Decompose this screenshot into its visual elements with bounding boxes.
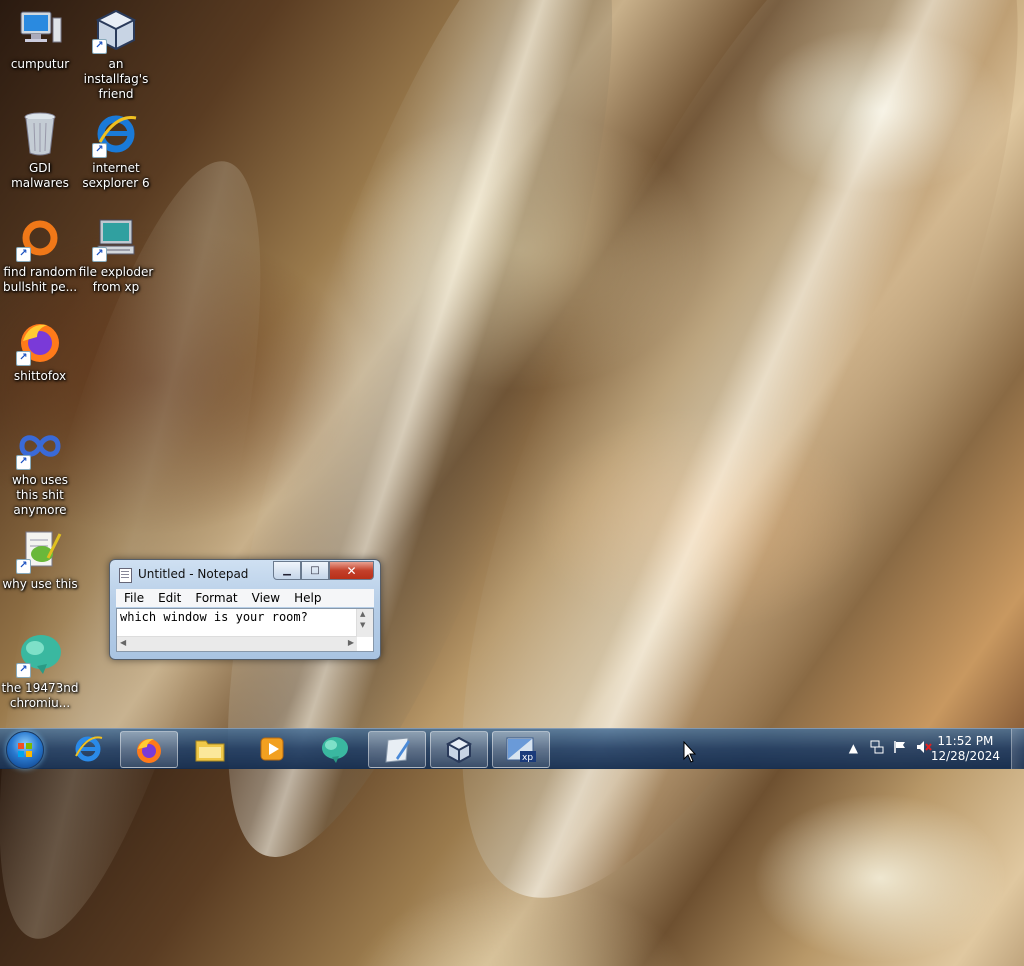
menu-help[interactable]: Help: [294, 591, 321, 605]
desktop-icon-label: the 19473nd chromiu...: [1, 681, 79, 710]
maximize-button[interactable]: □: [301, 561, 329, 580]
text-editor[interactable]: which window is your room? ▲ ▼ ◀ ▶: [116, 608, 374, 652]
xp-explorer-icon: ↗: [92, 214, 140, 262]
virtualbox-icon: ↗: [92, 6, 140, 54]
svg-text:xp: xp: [522, 753, 533, 763]
desktop-icon-label: an installfag's friend: [83, 57, 149, 101]
taskbar-xp-vm[interactable]: xp: [492, 731, 550, 768]
internet-explorer-icon: [75, 735, 103, 761]
minimize-button[interactable]: ▁: [273, 561, 301, 580]
firefox-icon: [137, 738, 161, 763]
desktop-icon-virtualbox[interactable]: ↗ an installfag's friend: [76, 6, 156, 102]
desktop-icon-find[interactable]: ↗ find random bullshit pe...: [0, 214, 80, 295]
clock-time: 11:52 PM: [937, 734, 994, 748]
show-hidden-icons-icon[interactable]: ▲: [849, 741, 858, 755]
window-controls: ▁ □ ✕: [273, 561, 374, 580]
desktop-icon-firefox[interactable]: ↗ shittofox: [0, 318, 80, 384]
firefox-icon: ↗: [16, 318, 64, 366]
mouse-cursor-icon: [683, 741, 697, 763]
taskbar-notepad[interactable]: [368, 731, 426, 768]
desktop-icon-label: who uses this shit anymore: [11, 473, 69, 517]
desktop-icon-internet-explorer[interactable]: ↗ internet sexplorer 6: [76, 110, 156, 191]
taskbar: xp ▲ 11:52 PM 12/28/2024: [0, 728, 1024, 769]
xp-vm-icon: xp: [506, 737, 536, 763]
network-icon[interactable]: [870, 740, 884, 757]
desktop-icon-label: file exploder from xp: [78, 265, 154, 294]
menu-edit[interactable]: Edit: [158, 591, 181, 605]
taskbar-chromium-fork[interactable]: [306, 731, 362, 766]
notepad-window[interactable]: Untitled - Notepad ▁ □ ✕ File Edit Forma…: [109, 559, 381, 660]
clock[interactable]: 11:52 PM 12/28/2024: [931, 734, 1000, 764]
vertical-scrollbar[interactable]: ▲ ▼: [356, 609, 373, 637]
desktop-icon-notepadplus[interactable]: ↗ why use this: [0, 526, 80, 592]
close-button[interactable]: ✕: [329, 561, 374, 580]
notepad-plus-icon: ↗: [16, 526, 64, 574]
shortcut-arrow-icon: ↗: [92, 143, 107, 158]
windows-logo-icon: [18, 743, 32, 757]
notepad-icon: [385, 736, 410, 763]
minimize-icon: ▁: [283, 565, 291, 576]
folder-icon: [195, 740, 225, 761]
taskbar-media-player[interactable]: [244, 731, 300, 766]
shortcut-arrow-icon: ↗: [16, 455, 31, 470]
scroll-left-icon[interactable]: ◀: [120, 638, 126, 647]
title-bar[interactable]: Untitled - Notepad ▁ □ ✕: [110, 560, 380, 588]
scroll-up-icon[interactable]: ▲: [360, 610, 365, 618]
menu-file[interactable]: File: [124, 591, 144, 605]
shortcut-arrow-icon: ↗: [92, 39, 107, 54]
shortcut-arrow-icon: ↗: [16, 247, 31, 262]
scroll-right-icon[interactable]: ▶: [348, 638, 354, 647]
shortcut-arrow-icon: ↗: [16, 559, 31, 574]
search-ring-icon: ↗: [16, 214, 64, 262]
notepad-icon: [119, 568, 132, 583]
horizontal-scrollbar[interactable]: ◀ ▶: [117, 636, 357, 651]
media-player-icon: [260, 737, 284, 760]
chromium-fork-icon: [322, 736, 348, 763]
desktop-icon-computer[interactable]: cumputur: [0, 6, 80, 72]
desktop-icon-label: find random bullshit pe...: [2, 265, 78, 294]
maximize-icon: □: [310, 565, 320, 576]
volume-muted-icon[interactable]: [916, 740, 932, 757]
scroll-down-icon[interactable]: ▼: [360, 621, 365, 629]
desktop-icon-label: shittofox: [13, 369, 67, 383]
desktop-icon-chromium-fork[interactable]: ↗ the 19473nd chromiu...: [0, 630, 80, 711]
desktop-icon-label: cumputur: [10, 57, 70, 71]
start-button[interactable]: [6, 731, 44, 769]
clock-date: 12/28/2024: [930, 749, 1000, 763]
close-icon: ✕: [346, 563, 357, 578]
menu-bar: File Edit Format View Help: [116, 589, 374, 607]
desktop-icon-label: internet sexplorer 6: [82, 161, 150, 190]
taskbar-internet-explorer[interactable]: [60, 731, 116, 766]
recycle-bin-icon: [16, 110, 64, 158]
taskbar-virtualbox[interactable]: [430, 731, 488, 768]
desktop-icon-label: why use this: [2, 577, 78, 591]
internet-explorer-icon: ↗: [92, 110, 140, 158]
computer-icon: [16, 6, 64, 54]
infinity-app-icon: ↗: [16, 422, 64, 470]
menu-view[interactable]: View: [252, 591, 280, 605]
show-desktop-button[interactable]: [1011, 729, 1024, 769]
taskbar-file-explorer[interactable]: [182, 731, 238, 766]
wallpaper-band: [351, 0, 1024, 966]
desktop-icon-xp-explorer[interactable]: ↗ file exploder from xp: [76, 214, 156, 295]
shortcut-arrow-icon: ↗: [92, 247, 107, 262]
shortcut-arrow-icon: ↗: [16, 663, 31, 678]
action-center-flag-icon[interactable]: [893, 740, 907, 757]
taskbar-firefox[interactable]: [120, 731, 178, 768]
chromium-fork-icon: ↗: [16, 630, 64, 678]
desktop-icon-recycle-bin[interactable]: GDI malwares: [0, 110, 80, 191]
desktop-icon-label: GDI malwares: [11, 161, 69, 190]
menu-format[interactable]: Format: [195, 591, 237, 605]
virtualbox-icon: [445, 736, 473, 763]
shortcut-arrow-icon: ↗: [16, 351, 31, 366]
desktop-icon-infinity-app[interactable]: ↗ who uses this shit anymore: [0, 422, 80, 518]
window-title: Untitled - Notepad: [138, 567, 249, 581]
editor-content[interactable]: which window is your room?: [120, 610, 308, 624]
